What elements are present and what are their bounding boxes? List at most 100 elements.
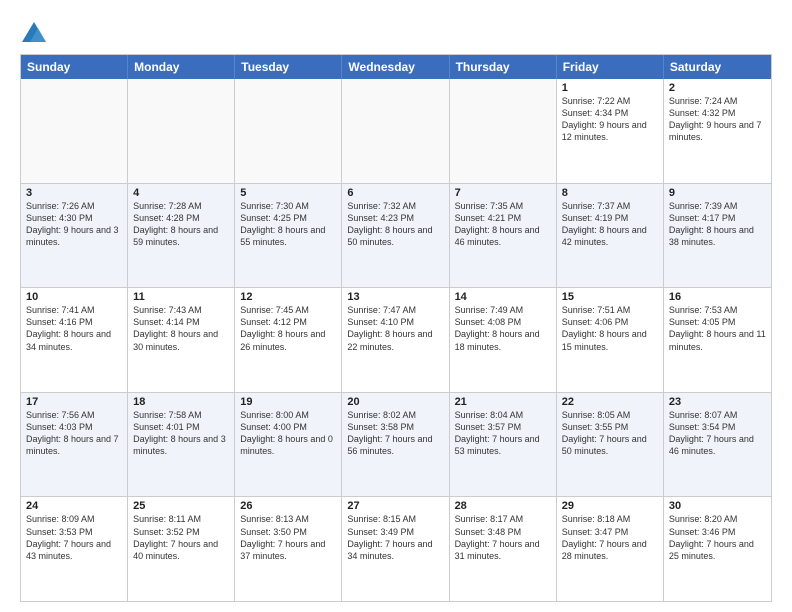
day-number: 5 — [240, 187, 336, 199]
calendar-cell — [128, 79, 235, 183]
calendar-cell — [235, 79, 342, 183]
day-number: 19 — [240, 396, 336, 408]
day-info: Sunrise: 7:26 AM Sunset: 4:30 PM Dayligh… — [26, 200, 122, 249]
calendar-cell: 5Sunrise: 7:30 AM Sunset: 4:25 PM Daylig… — [235, 184, 342, 288]
day-info: Sunrise: 7:43 AM Sunset: 4:14 PM Dayligh… — [133, 304, 229, 353]
day-number: 18 — [133, 396, 229, 408]
calendar-cell: 27Sunrise: 8:15 AM Sunset: 3:49 PM Dayli… — [342, 497, 449, 601]
day-number: 14 — [455, 291, 551, 303]
day-info: Sunrise: 8:15 AM Sunset: 3:49 PM Dayligh… — [347, 513, 443, 562]
day-info: Sunrise: 7:49 AM Sunset: 4:08 PM Dayligh… — [455, 304, 551, 353]
calendar-row-2: 3Sunrise: 7:26 AM Sunset: 4:30 PM Daylig… — [21, 183, 771, 288]
day-number: 27 — [347, 500, 443, 512]
day-info: Sunrise: 7:47 AM Sunset: 4:10 PM Dayligh… — [347, 304, 443, 353]
calendar-cell: 2Sunrise: 7:24 AM Sunset: 4:32 PM Daylig… — [664, 79, 771, 183]
day-number: 16 — [669, 291, 766, 303]
calendar-cell: 19Sunrise: 8:00 AM Sunset: 4:00 PM Dayli… — [235, 393, 342, 497]
calendar-cell: 4Sunrise: 7:28 AM Sunset: 4:28 PM Daylig… — [128, 184, 235, 288]
day-info: Sunrise: 8:17 AM Sunset: 3:48 PM Dayligh… — [455, 513, 551, 562]
day-info: Sunrise: 7:45 AM Sunset: 4:12 PM Dayligh… — [240, 304, 336, 353]
day-number: 20 — [347, 396, 443, 408]
day-info: Sunrise: 8:02 AM Sunset: 3:58 PM Dayligh… — [347, 409, 443, 458]
calendar-cell: 18Sunrise: 7:58 AM Sunset: 4:01 PM Dayli… — [128, 393, 235, 497]
day-number: 25 — [133, 500, 229, 512]
calendar-cell: 17Sunrise: 7:56 AM Sunset: 4:03 PM Dayli… — [21, 393, 128, 497]
calendar-row-1: 1Sunrise: 7:22 AM Sunset: 4:34 PM Daylig… — [21, 79, 771, 183]
day-info: Sunrise: 7:35 AM Sunset: 4:21 PM Dayligh… — [455, 200, 551, 249]
calendar-cell: 1Sunrise: 7:22 AM Sunset: 4:34 PM Daylig… — [557, 79, 664, 183]
calendar-cell: 7Sunrise: 7:35 AM Sunset: 4:21 PM Daylig… — [450, 184, 557, 288]
calendar-cell — [342, 79, 449, 183]
calendar-cell: 12Sunrise: 7:45 AM Sunset: 4:12 PM Dayli… — [235, 288, 342, 392]
calendar-cell: 30Sunrise: 8:20 AM Sunset: 3:46 PM Dayli… — [664, 497, 771, 601]
day-number: 2 — [669, 82, 766, 94]
header-cell-monday: Monday — [128, 55, 235, 79]
day-number: 6 — [347, 187, 443, 199]
calendar-cell — [450, 79, 557, 183]
day-number: 10 — [26, 291, 122, 303]
calendar-cell: 21Sunrise: 8:04 AM Sunset: 3:57 PM Dayli… — [450, 393, 557, 497]
day-info: Sunrise: 8:00 AM Sunset: 4:00 PM Dayligh… — [240, 409, 336, 458]
calendar-cell: 9Sunrise: 7:39 AM Sunset: 4:17 PM Daylig… — [664, 184, 771, 288]
calendar-row-3: 10Sunrise: 7:41 AM Sunset: 4:16 PM Dayli… — [21, 287, 771, 392]
header-cell-tuesday: Tuesday — [235, 55, 342, 79]
day-info: Sunrise: 8:04 AM Sunset: 3:57 PM Dayligh… — [455, 409, 551, 458]
calendar-row-4: 17Sunrise: 7:56 AM Sunset: 4:03 PM Dayli… — [21, 392, 771, 497]
day-number: 24 — [26, 500, 122, 512]
day-info: Sunrise: 8:11 AM Sunset: 3:52 PM Dayligh… — [133, 513, 229, 562]
calendar-cell: 24Sunrise: 8:09 AM Sunset: 3:53 PM Dayli… — [21, 497, 128, 601]
header-cell-saturday: Saturday — [664, 55, 771, 79]
calendar-cell: 25Sunrise: 8:11 AM Sunset: 3:52 PM Dayli… — [128, 497, 235, 601]
calendar-cell: 10Sunrise: 7:41 AM Sunset: 4:16 PM Dayli… — [21, 288, 128, 392]
calendar-cell: 13Sunrise: 7:47 AM Sunset: 4:10 PM Dayli… — [342, 288, 449, 392]
day-info: Sunrise: 7:28 AM Sunset: 4:28 PM Dayligh… — [133, 200, 229, 249]
day-info: Sunrise: 7:30 AM Sunset: 4:25 PM Dayligh… — [240, 200, 336, 249]
day-info: Sunrise: 8:07 AM Sunset: 3:54 PM Dayligh… — [669, 409, 766, 458]
day-info: Sunrise: 8:20 AM Sunset: 3:46 PM Dayligh… — [669, 513, 766, 562]
day-number: 13 — [347, 291, 443, 303]
day-number: 11 — [133, 291, 229, 303]
day-number: 28 — [455, 500, 551, 512]
calendar-cell: 22Sunrise: 8:05 AM Sunset: 3:55 PM Dayli… — [557, 393, 664, 497]
day-number: 29 — [562, 500, 658, 512]
calendar-cell: 29Sunrise: 8:18 AM Sunset: 3:47 PM Dayli… — [557, 497, 664, 601]
calendar: SundayMondayTuesdayWednesdayThursdayFrid… — [20, 54, 772, 602]
header-cell-thursday: Thursday — [450, 55, 557, 79]
calendar-cell: 6Sunrise: 7:32 AM Sunset: 4:23 PM Daylig… — [342, 184, 449, 288]
calendar-cell: 3Sunrise: 7:26 AM Sunset: 4:30 PM Daylig… — [21, 184, 128, 288]
day-number: 12 — [240, 291, 336, 303]
header-cell-friday: Friday — [557, 55, 664, 79]
day-info: Sunrise: 7:32 AM Sunset: 4:23 PM Dayligh… — [347, 200, 443, 249]
day-number: 7 — [455, 187, 551, 199]
logo-icon — [20, 20, 48, 48]
day-number: 17 — [26, 396, 122, 408]
calendar-cell: 26Sunrise: 8:13 AM Sunset: 3:50 PM Dayli… — [235, 497, 342, 601]
calendar-header: SundayMondayTuesdayWednesdayThursdayFrid… — [21, 55, 771, 79]
day-info: Sunrise: 7:58 AM Sunset: 4:01 PM Dayligh… — [133, 409, 229, 458]
logo — [20, 20, 52, 48]
calendar-cell: 14Sunrise: 7:49 AM Sunset: 4:08 PM Dayli… — [450, 288, 557, 392]
calendar-row-5: 24Sunrise: 8:09 AM Sunset: 3:53 PM Dayli… — [21, 496, 771, 601]
day-info: Sunrise: 8:05 AM Sunset: 3:55 PM Dayligh… — [562, 409, 658, 458]
calendar-body: 1Sunrise: 7:22 AM Sunset: 4:34 PM Daylig… — [21, 79, 771, 601]
day-info: Sunrise: 7:56 AM Sunset: 4:03 PM Dayligh… — [26, 409, 122, 458]
day-number: 23 — [669, 396, 766, 408]
calendar-cell: 23Sunrise: 8:07 AM Sunset: 3:54 PM Dayli… — [664, 393, 771, 497]
day-number: 15 — [562, 291, 658, 303]
calendar-cell: 8Sunrise: 7:37 AM Sunset: 4:19 PM Daylig… — [557, 184, 664, 288]
day-number: 22 — [562, 396, 658, 408]
day-number: 26 — [240, 500, 336, 512]
day-number: 30 — [669, 500, 766, 512]
day-number: 21 — [455, 396, 551, 408]
day-number: 9 — [669, 187, 766, 199]
day-number: 1 — [562, 82, 658, 94]
day-info: Sunrise: 8:13 AM Sunset: 3:50 PM Dayligh… — [240, 513, 336, 562]
calendar-cell: 28Sunrise: 8:17 AM Sunset: 3:48 PM Dayli… — [450, 497, 557, 601]
day-info: Sunrise: 7:39 AM Sunset: 4:17 PM Dayligh… — [669, 200, 766, 249]
day-info: Sunrise: 8:18 AM Sunset: 3:47 PM Dayligh… — [562, 513, 658, 562]
calendar-cell: 16Sunrise: 7:53 AM Sunset: 4:05 PM Dayli… — [664, 288, 771, 392]
day-info: Sunrise: 8:09 AM Sunset: 3:53 PM Dayligh… — [26, 513, 122, 562]
header-cell-sunday: Sunday — [21, 55, 128, 79]
day-info: Sunrise: 7:51 AM Sunset: 4:06 PM Dayligh… — [562, 304, 658, 353]
header — [20, 16, 772, 48]
